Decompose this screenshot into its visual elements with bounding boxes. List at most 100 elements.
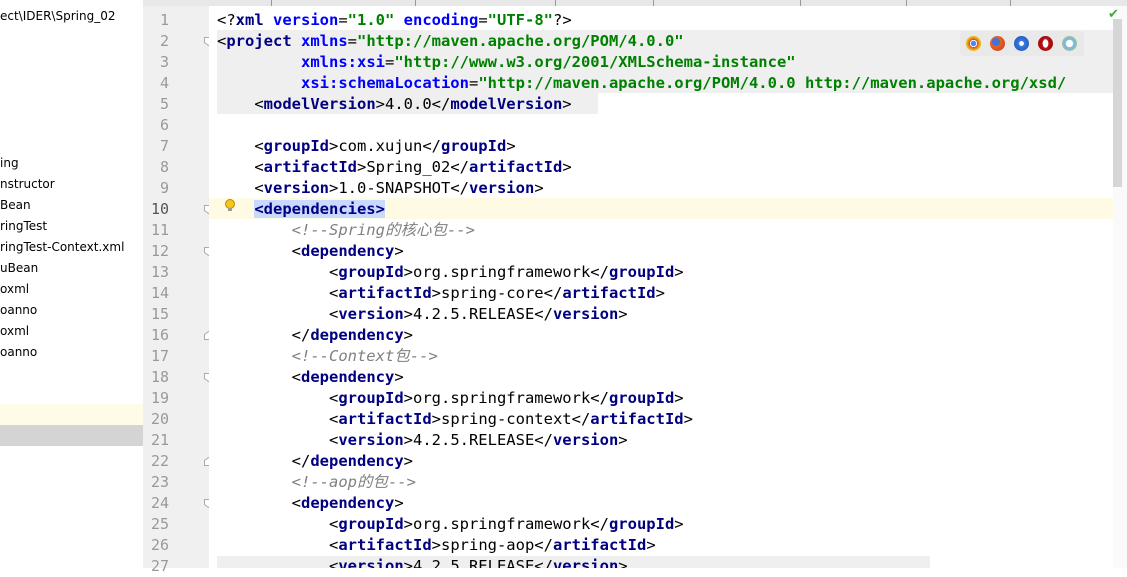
code-token: "1.0" — [347, 11, 404, 29]
safari-icon[interactable] — [1014, 36, 1029, 51]
intention-lightbulb-icon[interactable] — [224, 198, 236, 212]
code-line[interactable]: <groupId>com.xujun</groupId> — [217, 136, 516, 157]
line-number[interactable]: 20 — [143, 409, 169, 430]
tree-item[interactable]: oxml — [0, 281, 29, 297]
code-line[interactable]: <artifactId>spring-context</artifactId> — [217, 409, 693, 430]
code-token: < — [217, 494, 301, 512]
line-number[interactable]: 26 — [143, 535, 169, 556]
line-number[interactable]: 24 — [143, 493, 169, 514]
code-line[interactable]: <groupId>org.springframework</groupId> — [217, 262, 684, 283]
code-token: version — [552, 305, 619, 323]
line-number[interactable]: 12 — [143, 241, 169, 262]
tree-item[interactable]: oanno — [0, 302, 37, 318]
tree-item[interactable]: ing — [0, 155, 19, 171]
code-token: = — [347, 32, 358, 50]
code-line[interactable]: </dependency> — [217, 451, 413, 472]
code-editor[interactable]: <?xml version="1.0" encoding="UTF-8"?> <p… — [209, 6, 1113, 568]
code-line[interactable]: <dependency> — [217, 493, 404, 514]
code-line[interactable]: <groupId>org.springframework</groupId> — [217, 388, 684, 409]
code-token: >Spring_02</ — [357, 158, 469, 176]
code-token: <!--Spring的核心包--> — [291, 221, 475, 239]
code-line[interactable]: <version>1.0-SNAPSHOT</version> — [217, 178, 543, 199]
tree-item[interactable]: ringTest — [0, 218, 47, 234]
line-number[interactable]: 19 — [143, 388, 169, 409]
code-token: dependency — [301, 494, 395, 512]
project-path-label[interactable]: ect\IDER\Spring_02 — [0, 8, 115, 24]
line-number[interactable]: 7 — [143, 136, 169, 157]
line-number[interactable]: 6 — [143, 115, 169, 136]
chrome-icon[interactable] — [966, 36, 981, 51]
code-token: < — [217, 431, 339, 449]
opera-icon[interactable] — [1038, 36, 1053, 51]
code-line[interactable]: <artifactId>spring-core</artifactId> — [217, 283, 665, 304]
line-number[interactable]: 13 — [143, 262, 169, 283]
tree-selected-row[interactable] — [0, 425, 143, 446]
code-line[interactable]: </dependency> — [217, 325, 413, 346]
project-tree-panel: ect\IDER\Spring_02 ing nstructor Bean ri… — [0, 0, 144, 568]
code-token: >4.2.5.RELEASE</ — [403, 305, 553, 323]
line-number[interactable]: 17 — [143, 346, 169, 367]
code-line[interactable]: <version>4.2.5.RELEASE</version> — [217, 430, 628, 451]
tree-item[interactable]: Bean — [0, 197, 31, 213]
line-number[interactable]: 9 — [143, 178, 169, 199]
code-token: >spring-context</ — [431, 410, 591, 428]
code-line[interactable]: <dependencies> — [217, 199, 385, 220]
code-line[interactable]: <dependency> — [217, 241, 404, 262]
tree-item[interactable]: oanno — [0, 344, 37, 360]
firefox-icon[interactable] — [990, 36, 1005, 51]
ie-icon[interactable] — [1062, 36, 1077, 51]
vertical-scrollbar-thumb[interactable] — [1113, 19, 1122, 187]
line-number[interactable]: 21 — [143, 430, 169, 451]
code-token: artifactId — [338, 284, 432, 302]
code-line[interactable]: <version>4.2.5.RELEASE</version> — [217, 556, 628, 568]
editor-gutter[interactable]: 1 2 3 4 5 6 7 8 9 10 11 12 13 14 15 16 17 18 19 20 21 22 23 24 2… — [143, 6, 213, 575]
code-token: ?> — [553, 11, 572, 29]
line-number[interactable]: 1 — [143, 10, 169, 31]
line-number[interactable]: 5 — [143, 94, 169, 115]
code-line[interactable]: <?xml version="1.0" encoding="UTF-8"?> — [217, 10, 572, 31]
code-line[interactable]: <modelVersion>4.0.0</modelVersion> — [217, 94, 571, 115]
line-number[interactable]: 18 — [143, 367, 169, 388]
code-token: groupId — [608, 389, 675, 407]
code-token: artifactId — [562, 284, 656, 302]
line-number[interactable]: 22 — [143, 451, 169, 472]
code-token: < — [217, 179, 264, 197]
code-line[interactable]: <artifactId>spring-aop</artifactId> — [217, 535, 656, 556]
code-token: groupId — [608, 515, 675, 533]
code-line[interactable]: xsi:schemaLocation="http://maven.apache.… — [217, 73, 1066, 94]
line-number[interactable]: 15 — [143, 304, 169, 325]
line-number[interactable]: 23 — [143, 472, 169, 493]
tree-item[interactable]: ringTest-Context.xml — [0, 239, 124, 255]
browser-preview-bar — [960, 31, 1084, 56]
code-token: xsi:schemaLocation — [301, 74, 469, 92]
code-line[interactable]: <dependency> — [217, 367, 404, 388]
code-token: >1.0-SNAPSHOT</ — [329, 179, 469, 197]
line-number[interactable]: 10 — [143, 199, 169, 220]
code-line[interactable]: <!--Spring的核心包--> — [217, 220, 475, 241]
line-number[interactable]: 16 — [143, 325, 169, 346]
tree-item[interactable]: oxml — [0, 323, 29, 339]
code-token: > — [506, 137, 516, 155]
code-token: dependency — [301, 242, 395, 260]
code-line[interactable]: <groupId>org.springframework</groupId> — [217, 514, 684, 535]
line-number[interactable]: 25 — [143, 514, 169, 535]
tree-item[interactable]: uBean — [0, 260, 38, 276]
line-number[interactable]: 8 — [143, 157, 169, 178]
code-line[interactable]: <!--aop的包--> — [217, 472, 416, 493]
code-token: dependency — [310, 326, 404, 344]
code-token: < — [217, 158, 264, 176]
tree-item[interactable]: nstructor — [0, 176, 55, 192]
line-number[interactable]: 14 — [143, 283, 169, 304]
code-line[interactable]: xmlns:xsi="http://www.w3.org/2001/XMLSch… — [217, 52, 796, 73]
line-number[interactable]: 4 — [143, 73, 169, 94]
code-line[interactable]: <version>4.2.5.RELEASE</version> — [217, 304, 628, 325]
line-number[interactable]: 3 — [143, 52, 169, 73]
tree-highlight-row[interactable] — [0, 404, 143, 425]
code-line[interactable]: <!--Context包--> — [217, 346, 438, 367]
line-number[interactable]: 2 — [143, 31, 169, 52]
code-line[interactable]: <artifactId>Spring_02</artifactId> — [217, 157, 571, 178]
line-number[interactable]: 11 — [143, 220, 169, 241]
code-line[interactable]: <project xmlns="http://maven.apache.org/… — [217, 31, 684, 52]
line-number[interactable]: 27 — [143, 556, 169, 577]
